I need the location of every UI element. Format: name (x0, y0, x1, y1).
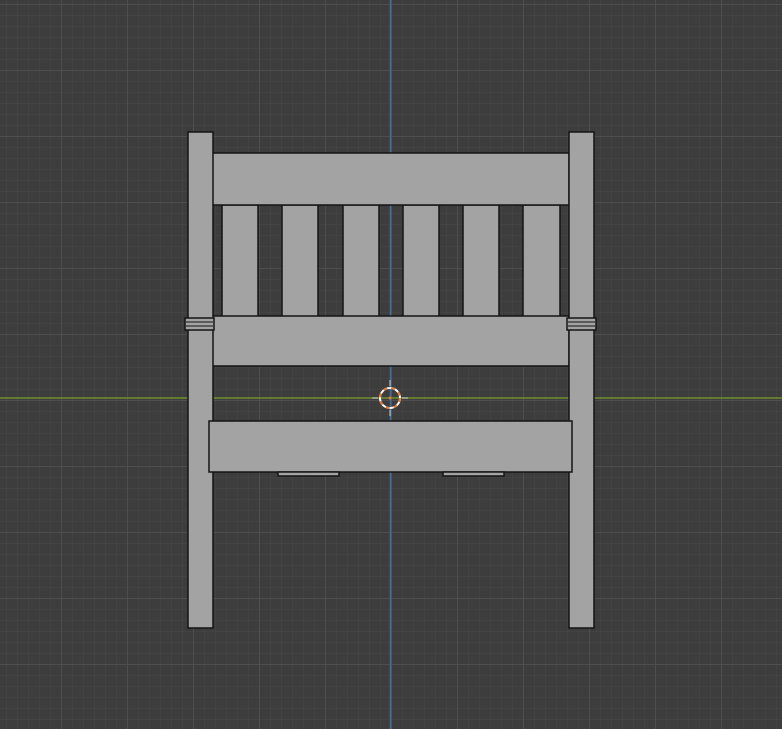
3d-cursor-icon[interactable] (372, 380, 408, 416)
left-back-leg[interactable] (187, 131, 214, 629)
back-slat[interactable] (522, 204, 561, 318)
left-leg-collar (184, 317, 215, 331)
back-slat[interactable] (221, 204, 259, 318)
right-back-leg[interactable] (568, 131, 595, 629)
back-bottom-rail[interactable] (211, 315, 570, 367)
right-leg-collar (566, 317, 597, 331)
viewport-canvas[interactable] (0, 0, 782, 729)
seat-front-apron[interactable] (208, 420, 573, 473)
back-slat[interactable] (342, 204, 380, 318)
3d-viewport[interactable] (0, 0, 782, 729)
back-slat[interactable] (462, 204, 500, 318)
back-slat[interactable] (402, 204, 440, 318)
seat-support-right[interactable] (442, 471, 505, 477)
seat-support-left[interactable] (277, 471, 340, 477)
back-slat[interactable] (281, 204, 319, 318)
top-rail[interactable] (211, 152, 570, 206)
